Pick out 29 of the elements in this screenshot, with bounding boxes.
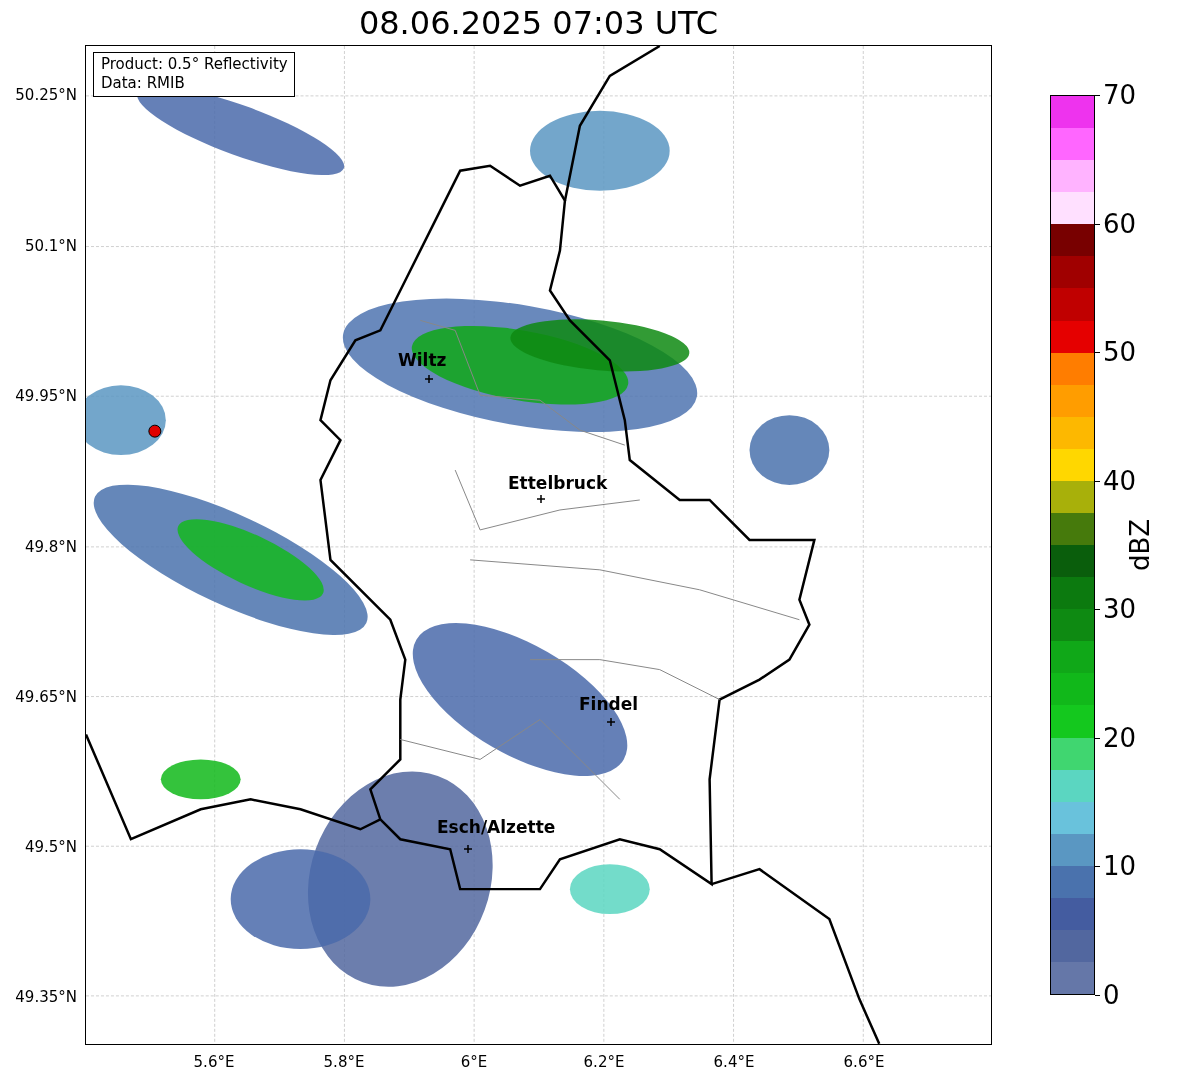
- longitude-label: 6.4°E: [713, 1053, 755, 1071]
- longitude-label: 6°E: [460, 1053, 488, 1071]
- colorbar-tick-label: 70: [1103, 80, 1137, 110]
- plus-marker-icon: [425, 375, 433, 383]
- longitude-label: 6.6°E: [843, 1053, 885, 1071]
- colorbar-tick-label: 60: [1103, 208, 1137, 239]
- latitude-label: 49.95°N: [15, 387, 77, 405]
- colorbar-tick-label: 30: [1103, 594, 1137, 625]
- colorbar-tick-label: 50: [1103, 337, 1137, 368]
- longitude-label: 5.8°E: [323, 1053, 365, 1071]
- plus-marker-icon: [607, 718, 615, 726]
- latitude-label: 49.35°N: [15, 988, 77, 1006]
- info-box: Product: 0.5° Reflectivity Data: RMIB: [93, 52, 295, 97]
- colorbar-tick-label: 10: [1103, 851, 1137, 882]
- plus-marker-icon: [464, 845, 472, 853]
- latitude-label: 49.5°N: [24, 838, 77, 856]
- colorbar-label: dBZ: [1125, 518, 1155, 572]
- longitude-label: 5.6°E: [193, 1053, 235, 1071]
- chart-title: 08.06.2025 07:03 UTC: [357, 2, 720, 44]
- city-label: Ettelbruck: [508, 473, 608, 493]
- colorbar-tick-label: 40: [1103, 465, 1137, 496]
- latitude-label: 50.25°N: [15, 86, 77, 104]
- latitude-label: 49.65°N: [15, 688, 77, 706]
- latitude-label: 50.1°N: [24, 237, 77, 255]
- longitude-label: 6.2°E: [583, 1053, 625, 1071]
- latitude-label: 49.8°N: [24, 538, 77, 556]
- plus-marker-icon: [537, 495, 545, 503]
- colorbar-tick-label: 0: [1103, 980, 1120, 1010]
- colorbar-tick-label: 20: [1103, 722, 1137, 753]
